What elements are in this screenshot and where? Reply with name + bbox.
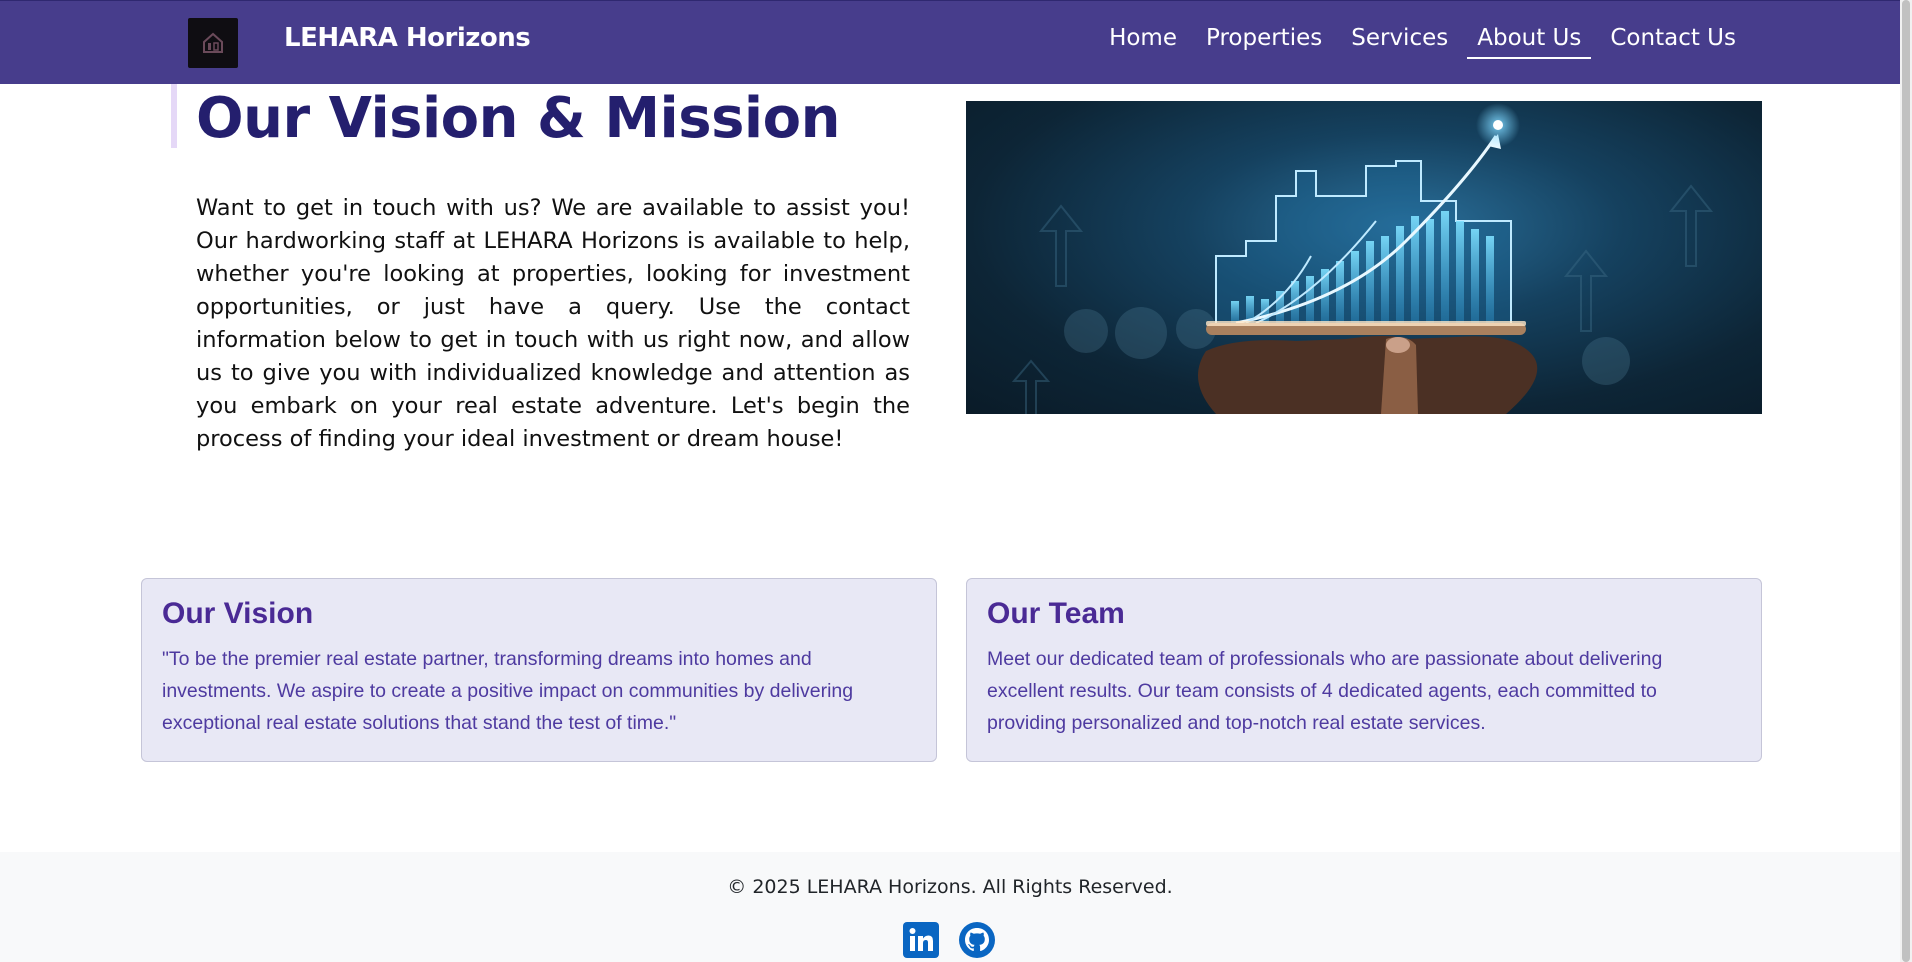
page-title: Our Vision & Mission xyxy=(196,86,840,151)
brand-name[interactable]: LEHARA Horizons xyxy=(284,23,531,53)
vision-card-title: Our Vision xyxy=(162,597,314,630)
copyright-text: © 2025 LEHARA Horizons. All Rights Reser… xyxy=(727,876,1173,898)
nav-link-home[interactable]: Home xyxy=(1099,25,1187,59)
team-card: Our Team Meet our dedicated team of prof… xyxy=(966,578,1762,762)
title-accent-bar xyxy=(171,84,177,148)
linkedin-icon[interactable] xyxy=(903,922,939,958)
page-scrollbar[interactable] xyxy=(1900,0,1912,962)
team-card-title: Our Team xyxy=(987,597,1125,630)
vision-card: Our Vision "To be the premier real estat… xyxy=(141,578,937,762)
intro-paragraph: Want to get in touch with us? We are ava… xyxy=(196,195,910,452)
scrollbar-thumb[interactable] xyxy=(1902,0,1910,962)
nav-link-about-us[interactable]: About Us xyxy=(1467,25,1592,59)
nav-links: Home Properties Services About Us Contac… xyxy=(1090,25,1746,59)
house-logo-icon[interactable] xyxy=(188,18,238,68)
nav-link-contact-us[interactable]: Contact Us xyxy=(1600,25,1746,59)
growth-chart-city-hand-photo xyxy=(966,101,1762,414)
footer: © 2025 LEHARA Horizons. All Rights Reser… xyxy=(0,852,1900,962)
nav-link-properties[interactable]: Properties xyxy=(1196,25,1332,59)
team-card-text: Meet our dedicated team of professionals… xyxy=(987,648,1663,734)
page: LEHARA Horizons Home Properties Services… xyxy=(0,0,1912,962)
nav-link-services[interactable]: Services xyxy=(1341,25,1458,59)
github-icon[interactable] xyxy=(959,922,995,958)
social-links xyxy=(903,922,995,958)
vision-card-text: "To be the premier real estate partner, … xyxy=(162,648,854,734)
navbar: LEHARA Horizons Home Properties Services… xyxy=(0,0,1900,84)
